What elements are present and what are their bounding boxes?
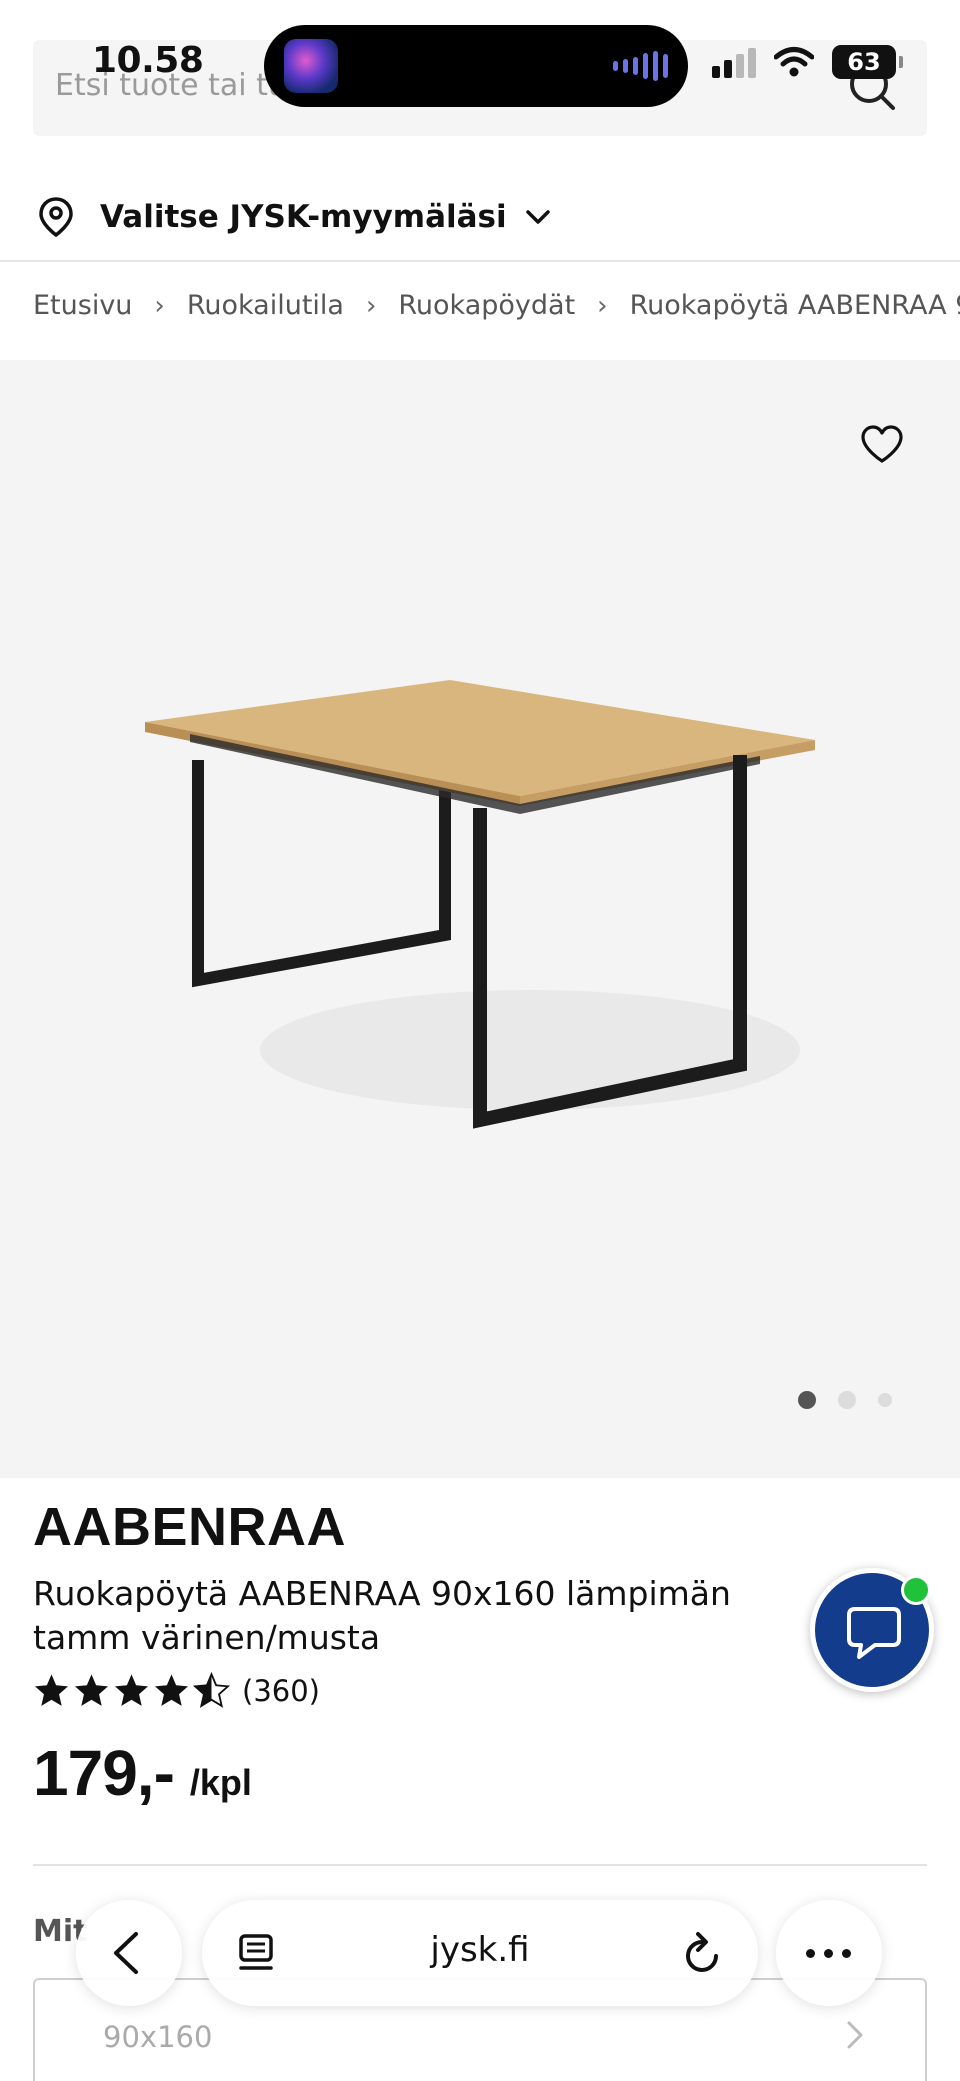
- breadcrumb-separator: ›: [154, 290, 165, 321]
- browser-back-button[interactable]: [76, 1900, 182, 2006]
- star-full-icon: [115, 1674, 148, 1706]
- price-amount: 179,-: [33, 1737, 175, 1809]
- price-unit: /kpl: [189, 1762, 252, 1803]
- chevron-left-icon: [114, 1932, 138, 1974]
- star-full-icon: [35, 1674, 68, 1706]
- gallery-pagination: [798, 1391, 892, 1409]
- product-gallery[interactable]: [0, 360, 960, 1478]
- star-full-icon: [155, 1674, 188, 1706]
- product-brand: AABENRAA: [33, 1497, 346, 1557]
- chat-button[interactable]: [810, 1568, 934, 1692]
- wifi-icon: [774, 47, 814, 77]
- section-divider: [33, 1864, 927, 1866]
- rating-stars: [33, 1672, 230, 1709]
- header-divider: [0, 260, 960, 262]
- breadcrumb: Etusivu › Ruokailutila › Ruokapöydät › R…: [33, 290, 960, 321]
- browser-url[interactable]: jysk.fi: [202, 1930, 758, 1970]
- star-half-icon: [193, 1672, 230, 1708]
- now-playing-artwork: [284, 39, 338, 93]
- gallery-dot-3[interactable]: [878, 1393, 892, 1407]
- store-picker-label[interactable]: Valitse JYSK-myymäläsi: [100, 199, 507, 235]
- battery-level: 63: [847, 48, 881, 76]
- breadcrumb-item-dining[interactable]: Ruokailutila: [187, 290, 344, 321]
- review-count[interactable]: (360): [242, 1674, 320, 1708]
- breadcrumb-separator: ›: [365, 290, 377, 321]
- location-pin-icon: [39, 197, 73, 237]
- breadcrumb-separator: ›: [597, 290, 608, 321]
- status-icons: 63: [712, 45, 903, 79]
- breadcrumb-item-dining-tables[interactable]: Ruokapöydät: [398, 290, 575, 321]
- star-full-icon: [75, 1674, 108, 1706]
- reload-icon[interactable]: [682, 1930, 724, 1976]
- product-title: Ruokapöytä AABENRAA 90x160 lämpimän tamm…: [33, 1574, 731, 1657]
- gallery-dot-1[interactable]: [798, 1391, 816, 1409]
- status-time: 10.58: [92, 40, 204, 81]
- audio-waveform-icon: [613, 51, 668, 81]
- store-picker[interactable]: Valitse JYSK-myymäläsi: [38, 192, 551, 242]
- more-dots-icon: [806, 1949, 851, 1958]
- breadcrumb-item-current: Ruokapöytä AABENRAA 90x: [629, 290, 960, 321]
- browser-more-button[interactable]: [776, 1900, 882, 2006]
- product-rating[interactable]: (360): [33, 1672, 320, 1709]
- cellular-signal-icon: [712, 46, 756, 78]
- breadcrumb-item-home[interactable]: Etusivu: [33, 290, 132, 321]
- size-select-value[interactable]: 90x160: [103, 2020, 212, 2054]
- product-price: 179,- /kpl: [33, 1736, 252, 1810]
- gallery-dot-2[interactable]: [838, 1391, 856, 1409]
- chat-bubble-icon: [847, 1607, 901, 1659]
- online-status-dot: [901, 1575, 931, 1605]
- dynamic-island: [264, 25, 688, 107]
- favorite-heart-icon[interactable]: [860, 424, 904, 464]
- chevron-down-icon[interactable]: [525, 207, 551, 227]
- battery-icon: 63: [832, 45, 903, 79]
- chevron-right-icon: [847, 2021, 863, 2049]
- browser-address-bar[interactable]: jysk.fi: [202, 1900, 758, 2006]
- product-image-table: [145, 680, 815, 1129]
